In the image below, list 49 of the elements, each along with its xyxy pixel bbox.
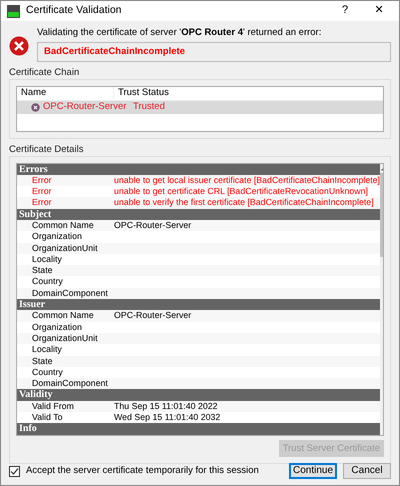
group-label: Certificate Details <box>9 144 84 156</box>
window-title: Certificate Validation <box>26 4 122 18</box>
detail-label: Locality <box>31 254 63 266</box>
section-header: Subject <box>17 208 380 220</box>
trust-status: Trusted <box>133 101 165 114</box>
detail-label: Error <box>31 174 53 186</box>
dialog-button[interactable]: Cancel <box>343 463 391 479</box>
detail-label: Common Name <box>31 220 95 232</box>
close-button[interactable]: ✕ <box>365 4 393 18</box>
error-message: Validating the certificate of server 'OPC Router 4' returned an error: <box>37 27 322 39</box>
detail-label: Country <box>31 276 64 288</box>
detail-label: Organization <box>31 322 83 333</box>
section-header: Validity <box>17 389 380 401</box>
detail-label: OrganizationUnit <box>31 332 99 344</box>
app-icon <box>7 4 20 18</box>
error-code-field: BadCertificateChainIncomplete <box>37 42 391 62</box>
dialog-button[interactable]: Continue <box>289 463 337 479</box>
detail-value: unable to verify the first certificate [BadCertificateChainIncomplete] <box>114 197 374 209</box>
checkbox-label: Accept the server certificate temporarily for this session <box>26 465 260 477</box>
column-header: Trust Status <box>117 87 169 100</box>
detail-label: Country <box>31 366 64 378</box>
column-header: Name <box>17 87 114 100</box>
detail-value: unable to get local issuer certificate [BadCertificateChainIncomplete] <box>114 174 380 186</box>
detail-label: DomainComponent <box>31 288 109 300</box>
detail-label: Organization <box>31 231 83 243</box>
detail-value: Wed Sep 15 11:01:40 2032 <box>114 412 220 424</box>
detail-label: OrganizationUnit <box>31 242 99 254</box>
detail-label: Error <box>31 186 53 198</box>
group-label: Certificate Chain <box>9 66 80 79</box>
detail-value: OPC-Router-Server <box>114 220 192 232</box>
detail-label: Valid To <box>31 412 64 424</box>
detail-label: Locality <box>31 344 63 356</box>
detail-label: State <box>31 356 54 367</box>
help-button[interactable]: ? <box>331 4 359 18</box>
section-header: Info <box>17 423 380 434</box>
detail-value: Thu Sep 15 11:01:40 2022 <box>114 400 218 412</box>
detail-label: DomainComponent <box>31 378 109 390</box>
certificate-error-icon <box>31 102 40 112</box>
detail-value: OPC-Router-Server <box>114 310 192 322</box>
detail-value: unable to get certificate CRL [BadCertificateRevocationUnknown] <box>114 186 368 198</box>
section-header: Errors <box>17 164 380 175</box>
section-header: Issuer <box>17 299 380 310</box>
detail-label: Valid From <box>31 400 75 412</box>
detail-label: State <box>31 265 54 276</box>
detail-label: Error <box>31 197 53 209</box>
detail-label: Common Name <box>31 310 95 322</box>
error-icon <box>9 36 29 56</box>
accept-checkbox[interactable] <box>9 466 20 476</box>
certificate-name: OPC-Router-Server <box>43 101 128 114</box>
